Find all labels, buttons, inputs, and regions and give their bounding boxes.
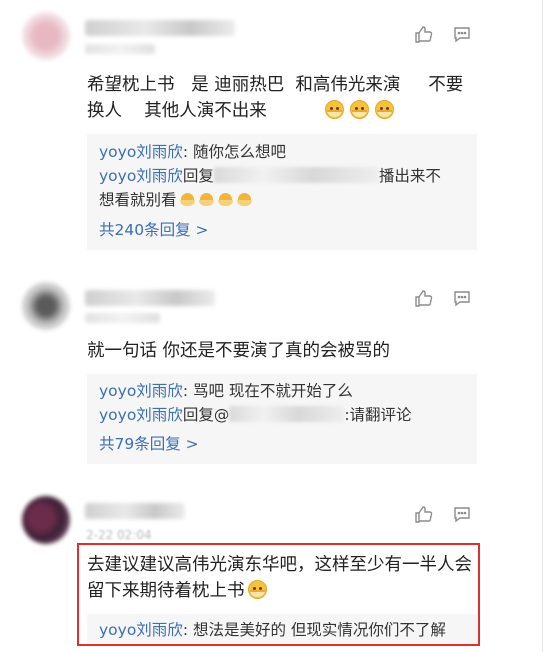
comment-date: 2-22 02:04 xyxy=(86,528,152,542)
reply-word: 回复@ xyxy=(182,406,230,424)
reply-text: 播出来不 xyxy=(378,167,441,185)
emoji-icon xyxy=(199,193,215,206)
avatar[interactable] xyxy=(22,496,70,544)
username-blurred[interactable] xyxy=(85,503,185,519)
reply-username[interactable]: yoyo刘雨欣 xyxy=(99,406,183,424)
reply-item[interactable]: yoyo刘雨欣回复@ :请翻评论 xyxy=(99,403,412,427)
reply-username[interactable]: yoyo刘雨欣 xyxy=(99,143,183,161)
blurred-mention xyxy=(229,406,345,422)
reply-username[interactable]: yoyo刘雨欣 xyxy=(99,382,183,400)
emoji-icon xyxy=(237,193,253,206)
emoji-icon xyxy=(180,193,196,206)
reply-item[interactable]: yoyo刘雨欣回复 播出来不 xyxy=(99,164,441,188)
reply-box: yoyo刘雨欣: 骂吧 现在不就开始了么 yoyo刘雨欣回复@:请翻评论 共79… xyxy=(87,374,477,464)
reply-separator: : xyxy=(182,143,193,161)
reply-item[interactable]: yoyo刘雨欣: 骂吧 现在不就开始了么 xyxy=(99,379,353,403)
reply-text: :请翻评论 xyxy=(344,406,412,424)
comment-text-line: 换人 其他人演不出来 xyxy=(87,101,267,121)
thumbs-up-icon[interactable] xyxy=(414,504,434,524)
more-replies-link[interactable]: 共240条回复 > xyxy=(99,218,209,242)
avatar[interactable] xyxy=(22,12,70,60)
username-blurred[interactable] xyxy=(85,290,215,306)
comment-feed: 希望枕上书 是 迪丽热巴 和高伟光来演 不要 换人 其他人演不出来 yoyo刘雨… xyxy=(0,0,543,652)
comment-text-line: 希望枕上书 是 迪丽热巴 和高伟光来演 不要 xyxy=(87,75,464,95)
reply-username[interactable]: yoyo刘雨欣 xyxy=(99,167,183,185)
reply-item[interactable]: yoyo刘雨欣: 随你怎么想吧 xyxy=(99,140,286,164)
emoji-icon xyxy=(324,100,344,119)
avatar[interactable] xyxy=(22,282,70,330)
reply-text: 骂吧 现在不就开始了么 xyxy=(192,382,353,400)
comment-icon[interactable] xyxy=(452,504,472,524)
thumbs-up-icon[interactable] xyxy=(414,288,434,308)
reply-box: yoyo刘雨欣: 随你怎么想吧 yoyo刘雨欣回复 播出来不 想看就别看 共240… xyxy=(87,134,477,250)
comment-icon[interactable] xyxy=(452,24,472,44)
reply-text: 随你怎么想吧 xyxy=(192,143,286,161)
comment-text: 换人 其他人演不出来 xyxy=(87,98,400,124)
thumbs-up-icon[interactable] xyxy=(414,24,434,44)
emoji-icon xyxy=(349,100,369,119)
emoji-icon xyxy=(218,193,234,206)
username-blurred[interactable] xyxy=(85,20,235,36)
timestamp-blurred xyxy=(85,313,160,323)
comment-text: 就一句话 你还是不要演了真的会被骂的 xyxy=(87,338,390,364)
comment-text: 希望枕上书 是 迪丽热巴 和高伟光来演 不要 xyxy=(87,72,463,98)
blurred-mention xyxy=(213,167,379,183)
reply-text: 想看就别看 xyxy=(99,191,177,209)
comment-text-line: 就一句话 你还是不要演了真的会被骂的 xyxy=(87,341,391,361)
timestamp-blurred xyxy=(85,44,155,54)
reply-separator: : xyxy=(182,382,193,400)
emoji-icon xyxy=(374,100,394,119)
comment-icon[interactable] xyxy=(452,288,472,308)
reply-word: 回复 xyxy=(182,167,214,185)
reply-item-continued: 想看就别看 xyxy=(99,188,257,212)
more-replies-link[interactable]: 共79条回复 > xyxy=(99,432,199,456)
highlight-box xyxy=(77,543,480,646)
